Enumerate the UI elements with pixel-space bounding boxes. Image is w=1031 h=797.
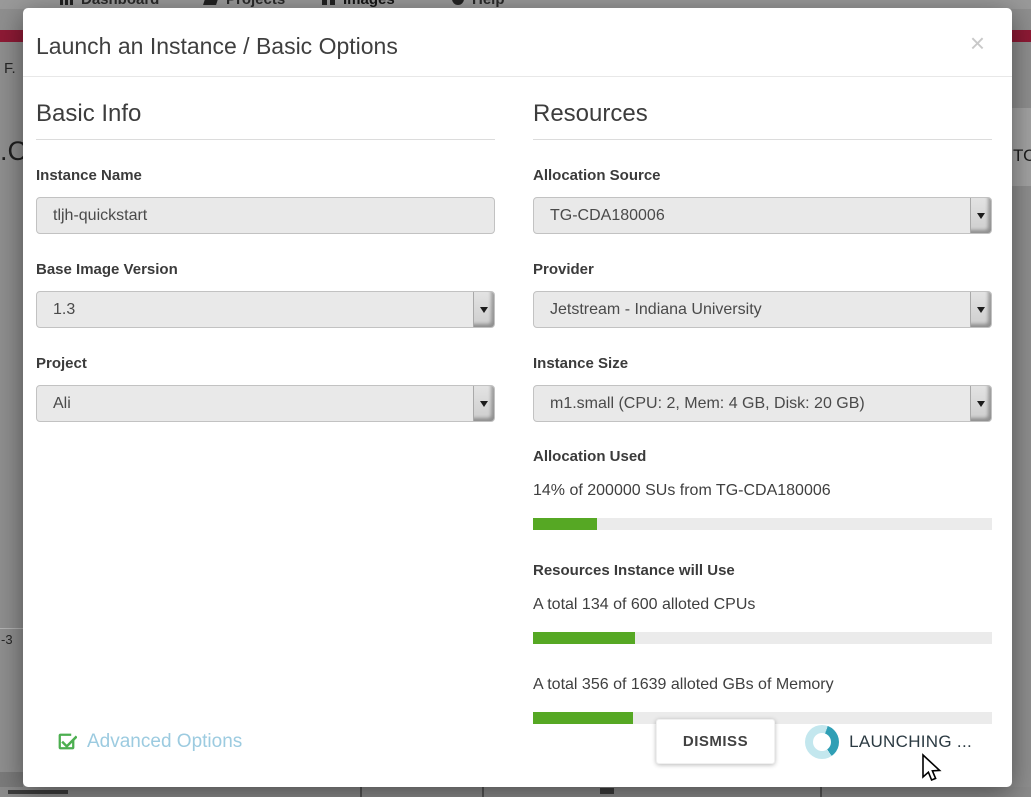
allocation-used-text: 14% of 200000 SUs from TG-CDA180006 [533,482,992,500]
modal-title: Launch an Instance / Basic Options [36,33,992,60]
background-table-line [482,787,484,797]
images-icon [322,0,335,5]
cpu-usage-text: A total 134 of 600 alloted CPUs [533,596,992,614]
selected-value: TG-CDA180006 [550,207,665,225]
allocation-used-progressbar [533,518,992,530]
instance-name-label: Instance Name [36,167,495,184]
dismiss-button[interactable]: DISMISS [656,719,775,764]
dropdown-button[interactable] [473,292,494,327]
background-table-line [360,787,362,797]
selected-value: Jetstream - Indiana University [550,301,762,319]
memory-usage-text: A total 356 of 1639 alloted GBs of Memor… [533,676,992,694]
nav-label: Projects [226,0,285,8]
selected-value: Ali [53,395,71,413]
projects-icon [203,0,220,5]
chevron-down-icon [977,401,985,411]
checkbox-checked-icon [56,731,77,752]
mouse-cursor [920,753,946,783]
instance-name-field-box [36,197,495,234]
instance-size-label: Instance Size [533,355,992,372]
nav-label: Help [472,0,505,8]
selected-value: 1.3 [53,301,75,319]
base-image-version-label: Base Image Version [36,261,495,278]
base-image-version-select[interactable]: 1.3 [36,291,495,328]
selected-value: m1.small (CPU: 2, Mem: 4 GB, Disk: 20 GB… [550,395,865,413]
allocation-used-label: Allocation Used [533,448,992,465]
background-text-blur [600,788,614,794]
background-table-line [820,787,822,797]
provider-label: Provider [533,261,992,278]
nav-label: Images [343,0,395,8]
background-table-strip [0,787,1031,797]
background-text-blur [8,790,68,794]
allocation-source-select[interactable]: TG-CDA180006 [533,197,992,234]
background-text-fragment: F. [4,60,16,77]
close-icon[interactable]: × [970,30,985,56]
resources-column: Resources Allocation Source TG-CDA180006… [533,77,992,724]
dropdown-button[interactable] [970,198,991,233]
advanced-options-label: Advanced Options [87,731,242,753]
provider-select[interactable]: Jetstream - Indiana University [533,291,992,328]
project-select[interactable]: Ali [36,385,495,422]
progress-fill [533,632,635,644]
basic-info-column: Basic Info Instance Name Base Image Vers… [36,77,495,724]
basic-info-heading: Basic Info [36,100,495,140]
launch-instance-modal: Launch an Instance / Basic Options × Bas… [23,8,1012,787]
instance-name-input[interactable] [37,198,494,233]
cpu-usage-progressbar [533,632,992,644]
nav-label: Dashboard [81,0,159,8]
resources-usage-label: Resources Instance will Use [533,562,992,579]
page: Dashboard Projects Images Help F. .C -3 … [0,0,1031,797]
modal-header: Launch an Instance / Basic Options × [23,8,1012,77]
loading-spinner-icon [805,725,839,759]
launching-status: LAUNCHING ... [849,732,972,752]
instance-size-select[interactable]: m1.small (CPU: 2, Mem: 4 GB, Disk: 20 GB… [533,385,992,422]
background-panel [0,772,23,787]
background-divider [0,628,23,629]
background-text-fragment: -3 [1,632,13,647]
progress-fill [533,518,597,530]
allocation-source-label: Allocation Source [533,167,992,184]
advanced-options-link[interactable]: Advanced Options [56,731,242,753]
help-icon [452,0,464,5]
dropdown-button[interactable] [970,292,991,327]
modal-body: Basic Info Instance Name Base Image Vers… [23,77,1012,724]
chevron-down-icon [480,401,488,411]
dashboard-icon [60,0,73,5]
dropdown-button[interactable] [473,386,494,421]
background-text-fragment: TO [1013,146,1031,166]
project-label: Project [36,355,495,372]
chevron-down-icon [977,307,985,317]
chevron-down-icon [977,213,985,223]
chevron-down-icon [480,307,488,317]
modal-footer: Advanced Options DISMISS LAUNCHING ... [56,719,972,764]
resources-heading: Resources [533,100,992,140]
dropdown-button[interactable] [970,386,991,421]
